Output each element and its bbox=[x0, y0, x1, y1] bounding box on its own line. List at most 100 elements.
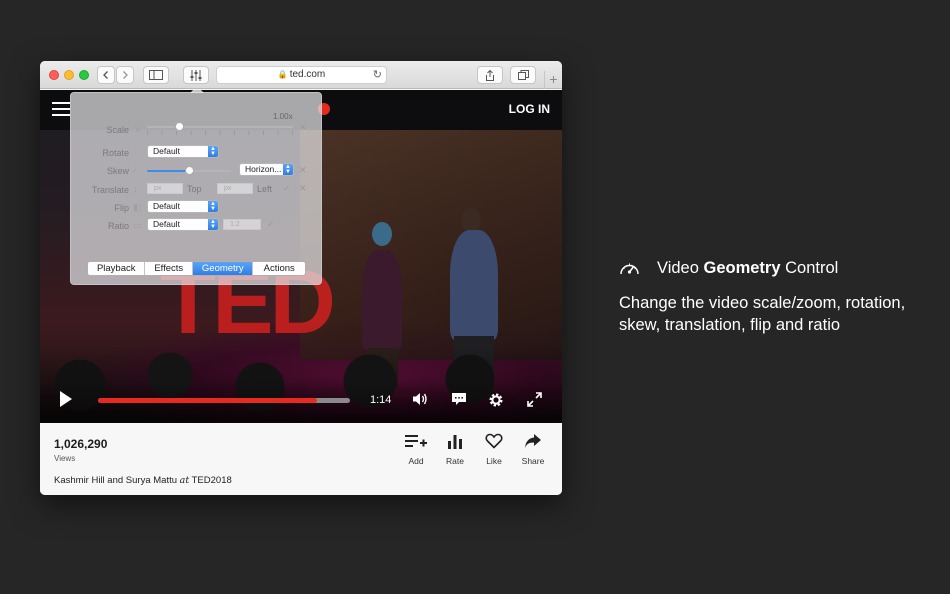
heart-icon bbox=[485, 433, 503, 449]
volume-icon[interactable] bbox=[412, 392, 428, 411]
rotate-label: Rotate bbox=[102, 148, 129, 158]
hamburger-menu-icon[interactable] bbox=[52, 102, 70, 116]
progress-bar[interactable] bbox=[98, 398, 350, 403]
ratio-select[interactable]: Default ▲ ▼ bbox=[147, 218, 219, 231]
ratio-custom-input[interactable]: 1:2 bbox=[223, 219, 261, 230]
browser-window: 🔒 ted.com ↻ + TED LOG IN 1.00x Scale ⇲ ✕… bbox=[40, 61, 562, 495]
talk-info: 1,026,290 Views Kashmir Hill and Surya M… bbox=[40, 423, 562, 495]
flip-select-value: Default bbox=[153, 201, 180, 211]
scale-reset-icon[interactable]: ✕ bbox=[299, 122, 307, 133]
ratio-label: Ratio bbox=[107, 221, 129, 231]
sidebar-button[interactable] bbox=[143, 66, 169, 84]
views-count: 1,026,290 bbox=[54, 437, 108, 451]
talk-speakers: Kashmir Hill and Surya Mattu at TED2018 bbox=[54, 475, 232, 486]
video-player[interactable]: TED LOG IN 1.00x Scale ⇲ ✕ Rotate ◌ Defa… bbox=[40, 90, 562, 423]
chevron-left-icon bbox=[103, 71, 108, 79]
bar-chart-icon bbox=[448, 435, 462, 449]
translate-label: Translate bbox=[91, 185, 129, 195]
event-name[interactable]: TED2018 bbox=[192, 475, 232, 486]
feature-title-bold: Geometry bbox=[703, 259, 781, 277]
skew-slider[interactable] bbox=[147, 166, 231, 175]
like-label: Like bbox=[486, 456, 502, 466]
zoom-window-button[interactable] bbox=[79, 70, 89, 80]
translate-apply-icon[interactable]: ✓ bbox=[283, 183, 291, 194]
sliders-icon bbox=[190, 70, 202, 81]
like-button[interactable]: Like bbox=[476, 433, 512, 466]
scale-value: 1.00x bbox=[273, 112, 293, 121]
translate-reset-icon[interactable]: ✕ bbox=[299, 183, 307, 194]
close-window-button[interactable] bbox=[49, 70, 59, 80]
tabs-overview-button[interactable] bbox=[510, 66, 536, 84]
share-icon bbox=[486, 70, 494, 81]
share-button[interactable] bbox=[477, 66, 503, 84]
reload-icon[interactable]: ↻ bbox=[373, 67, 382, 83]
tab-effects[interactable]: Effects bbox=[145, 262, 194, 275]
add-to-list-icon bbox=[405, 435, 427, 447]
lock-icon: 🔒 bbox=[277, 70, 288, 79]
stage-backdrop bbox=[300, 130, 562, 360]
popover-arrow bbox=[190, 90, 204, 93]
skew-reset-icon[interactable]: ✕ bbox=[299, 165, 307, 176]
feature-title-suffix: Control bbox=[785, 259, 839, 277]
fullscreen-icon[interactable] bbox=[527, 392, 542, 412]
address-bar[interactable]: 🔒 ted.com ↻ bbox=[216, 66, 387, 84]
speedometer-icon bbox=[620, 263, 639, 275]
rate-button[interactable]: Rate bbox=[437, 433, 473, 466]
speaker-names[interactable]: Kashmir Hill and Surya Mattu bbox=[54, 475, 177, 486]
share-talk-button[interactable]: Share bbox=[515, 433, 551, 466]
translate-top-input[interactable]: px bbox=[147, 183, 183, 194]
sidebar-icon bbox=[149, 70, 163, 80]
tab-playback[interactable]: Playback bbox=[88, 262, 146, 275]
subtitles-icon[interactable] bbox=[451, 392, 467, 411]
translate-left-label: Left bbox=[257, 184, 273, 194]
login-link[interactable]: LOG IN bbox=[509, 102, 550, 116]
scale-slider-knob[interactable] bbox=[174, 122, 184, 131]
current-time: 1:14 bbox=[370, 394, 392, 406]
play-icon[interactable] bbox=[60, 391, 72, 407]
skew-slider-knob[interactable] bbox=[184, 166, 194, 175]
skew-direction-select[interactable]: Horizon... ▲ ▼ bbox=[239, 163, 294, 176]
minimize-window-button[interactable] bbox=[64, 70, 74, 80]
tab-actions[interactable]: Actions bbox=[253, 262, 305, 275]
flip-label: Flip bbox=[114, 203, 129, 213]
speaker-2 bbox=[450, 230, 498, 340]
skew-icon: ⫽ bbox=[133, 165, 138, 175]
scale-slider[interactable] bbox=[147, 122, 293, 131]
share-arrow-icon bbox=[525, 434, 541, 448]
skew-slider-fill bbox=[147, 170, 189, 172]
select-stepper-icon: ▲ ▼ bbox=[208, 201, 218, 212]
scale-slider-ticks bbox=[147, 131, 293, 135]
select-stepper-icon: ▲ ▼ bbox=[208, 219, 218, 230]
select-stepper-icon: ▲ ▼ bbox=[208, 146, 218, 157]
chevron-right-icon bbox=[123, 71, 128, 79]
video-controls-extension-button[interactable] bbox=[183, 66, 209, 84]
back-button[interactable] bbox=[97, 66, 115, 84]
tab-geometry[interactable]: Geometry bbox=[193, 262, 254, 275]
rotate-select[interactable]: Default ▲ ▼ bbox=[147, 145, 219, 158]
translate-top-label: Top bbox=[187, 184, 202, 194]
speaker-1 bbox=[362, 250, 402, 350]
rate-label: Rate bbox=[446, 456, 464, 466]
speaker-2-head bbox=[461, 208, 481, 232]
ratio-icon: ▭ bbox=[133, 220, 142, 230]
settings-gear-icon[interactable] bbox=[488, 392, 504, 413]
translate-left-input[interactable]: px bbox=[217, 183, 253, 194]
speaker-1-head bbox=[372, 222, 392, 246]
progress-bar-fill bbox=[98, 398, 318, 403]
skew-label: Skew bbox=[106, 166, 129, 176]
url-text: ted.com bbox=[289, 69, 326, 80]
at-text: at bbox=[179, 475, 190, 486]
scale-label: Scale bbox=[106, 125, 129, 135]
ratio-apply-icon[interactable]: ✓ bbox=[267, 219, 275, 230]
new-tab-button[interactable]: + bbox=[544, 71, 562, 89]
rotate-icon: ◌ bbox=[133, 147, 139, 157]
forward-button[interactable] bbox=[116, 66, 134, 84]
translate-icon: ↕ bbox=[133, 184, 138, 194]
add-button[interactable]: Add bbox=[398, 433, 434, 466]
tabs-icon bbox=[517, 70, 529, 80]
flip-select[interactable]: Default ▲ ▼ bbox=[147, 200, 219, 213]
browser-toolbar: 🔒 ted.com ↻ + bbox=[40, 61, 562, 89]
views-label: Views bbox=[54, 454, 76, 463]
rotate-select-value: Default bbox=[153, 146, 180, 156]
ratio-select-value: Default bbox=[153, 219, 180, 229]
